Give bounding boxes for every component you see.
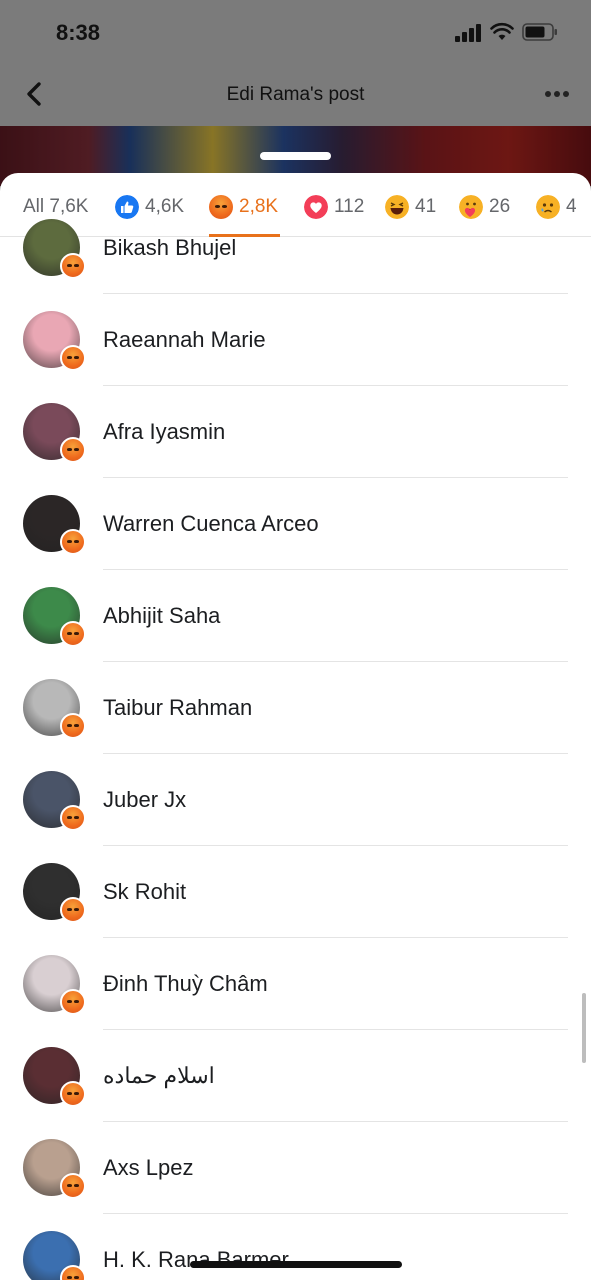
list-item[interactable]: Bikash Bhujel <box>0 201 591 294</box>
wifi-icon <box>490 22 514 40</box>
more-options-icon[interactable] <box>544 84 570 104</box>
angry-icon <box>60 713 86 739</box>
list-item[interactable]: Sk Rohit <box>0 845 591 938</box>
angry-icon <box>60 1173 86 1199</box>
home-indicator <box>190 1261 402 1268</box>
reactor-name: Abhijit Saha <box>103 603 221 628</box>
angry-icon <box>60 897 86 923</box>
angry-icon <box>60 529 86 555</box>
scrollbar[interactable] <box>582 993 586 1063</box>
list-item[interactable]: Afra Iyasmin <box>0 385 591 478</box>
reactor-name: Đinh Thuỳ Châm <box>103 971 268 996</box>
list-item[interactable]: اسلام حماده <box>0 1029 591 1122</box>
angry-icon <box>60 805 86 831</box>
reactions-screen: 8:38 Edi Rama's post All 7,6K 4,6K 2,8K … <box>0 0 591 1280</box>
angry-icon <box>60 1081 86 1107</box>
angry-icon <box>60 345 86 371</box>
list-item[interactable]: Taibur Rahman <box>0 661 591 754</box>
angry-icon <box>60 621 86 647</box>
list-item[interactable]: Đinh Thuỳ Châm <box>0 937 591 1030</box>
reactor-name: Bikash Bhujel <box>103 235 237 260</box>
list-item[interactable]: H. K. Rana Barmer <box>0 1213 591 1280</box>
battery-icon <box>522 23 557 41</box>
reactor-name: Sk Rohit <box>103 879 187 904</box>
list-item[interactable]: Abhijit Saha <box>0 569 591 662</box>
reactor-name: اسلام حماده <box>103 1063 215 1088</box>
reactor-name: Afra Iyasmin <box>103 419 226 444</box>
list-item[interactable]: Juber Jx <box>0 753 591 846</box>
reactor-name: Taibur Rahman <box>103 695 253 720</box>
list-item[interactable]: Axs Lpez <box>0 1121 591 1214</box>
cellular-signal-icon <box>455 24 483 42</box>
sheet-grabber-handle[interactable] <box>260 152 331 160</box>
angry-icon <box>60 1265 86 1280</box>
status-bar: 8:38 <box>0 0 591 62</box>
reactor-name: Warren Cuenca Arceo <box>103 511 319 536</box>
nav-bar: Edi Rama's post <box>0 62 591 126</box>
list-item[interactable]: Raeannah Marie <box>0 293 591 386</box>
list-item[interactable]: Warren Cuenca Arceo <box>0 477 591 570</box>
reactions-sheet: All 7,6K 4,6K 2,8K 112 41 26 4 Bikash Bh… <box>0 173 591 1280</box>
page-title: Edi Rama's post <box>226 84 365 105</box>
status-time: 8:38 <box>56 20 101 45</box>
reactor-name: Juber Jx <box>103 787 187 812</box>
angry-icon <box>60 989 86 1015</box>
angry-icon <box>60 253 86 279</box>
reactor-name: Axs Lpez <box>103 1155 194 1180</box>
reactor-name: H. K. Rana Barmer <box>103 1247 289 1272</box>
angry-icon <box>60 437 86 463</box>
reactor-name: Raeannah Marie <box>103 327 266 352</box>
